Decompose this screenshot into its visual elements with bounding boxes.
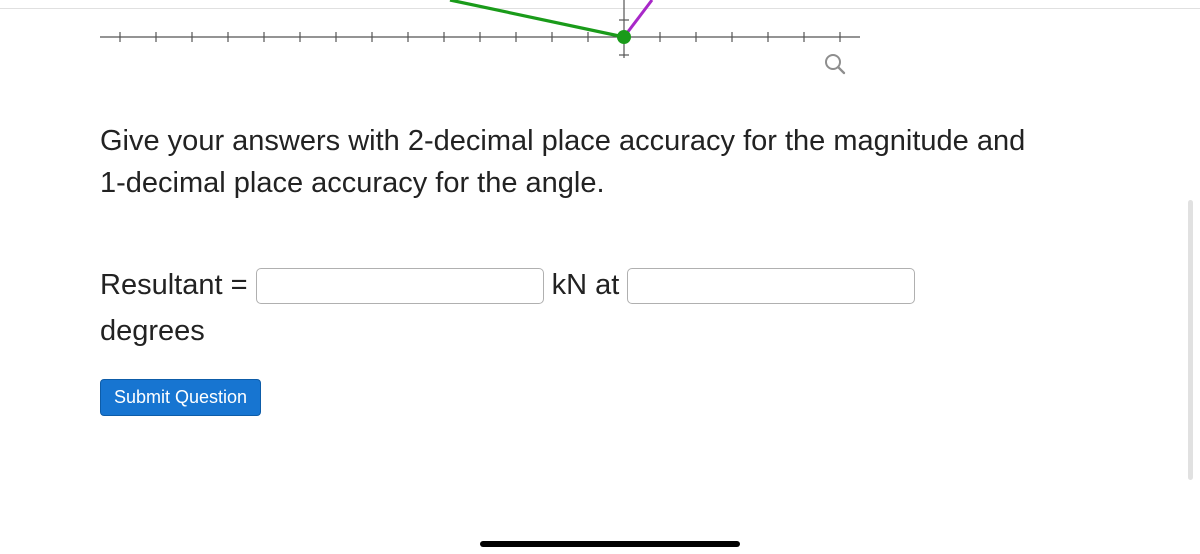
magnitude-input[interactable] <box>256 268 544 304</box>
home-indicator <box>480 541 740 547</box>
resultant-label: Resultant = <box>100 269 256 301</box>
answer-row: Resultant = kN at degrees <box>100 262 1040 355</box>
search-icon[interactable] <box>824 53 846 80</box>
angle-input[interactable] <box>627 268 915 304</box>
vector-graph-area <box>100 0 860 80</box>
unit-text: kN at <box>544 269 628 301</box>
scrollbar[interactable] <box>1188 200 1193 480</box>
degrees-label: degrees <box>100 315 205 347</box>
instruction-text: Give your answers with 2-decimal place a… <box>100 120 1040 204</box>
submit-button[interactable]: Submit Question <box>100 379 261 416</box>
